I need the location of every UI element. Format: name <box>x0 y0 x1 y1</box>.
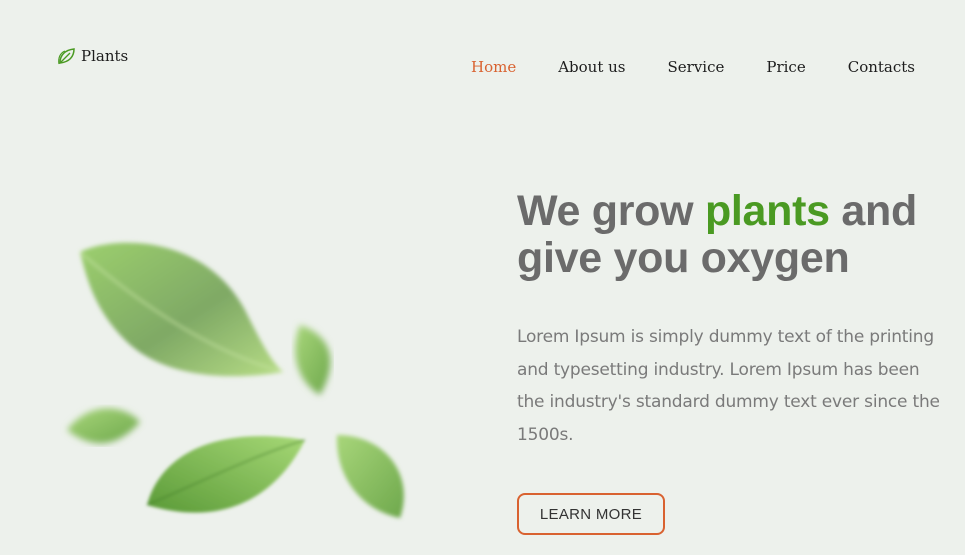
nav-about-us[interactable]: About us <box>558 58 625 76</box>
hero-title-accent: plants <box>704 187 830 235</box>
brand-logo[interactable]: Plants <box>57 46 128 66</box>
hero-description: Lorem Ipsum is simply dummy text of the … <box>517 327 940 445</box>
leaf-bottom-right <box>336 435 404 518</box>
leaf-icon <box>58 48 75 65</box>
nav-contacts[interactable]: Contacts <box>848 58 915 76</box>
hero-title: We grow plants and give you oxygen <box>517 188 957 282</box>
nav-service[interactable]: Service <box>668 58 725 76</box>
leaf-large <box>79 242 284 377</box>
main-nav: Home About us Service Price Contacts <box>471 58 915 76</box>
nav-price[interactable]: Price <box>766 58 805 76</box>
leaf-small-right <box>295 325 331 395</box>
brand-name: Plants <box>81 47 129 65</box>
leaf-bottom-middle <box>146 436 306 513</box>
leaf-small-left <box>67 408 140 444</box>
floating-leaves-illustration <box>67 242 404 518</box>
hero-title-part1: We grow <box>517 187 705 235</box>
nav-home[interactable]: Home <box>471 58 516 76</box>
learn-more-button[interactable]: LEARN MORE <box>517 493 665 535</box>
